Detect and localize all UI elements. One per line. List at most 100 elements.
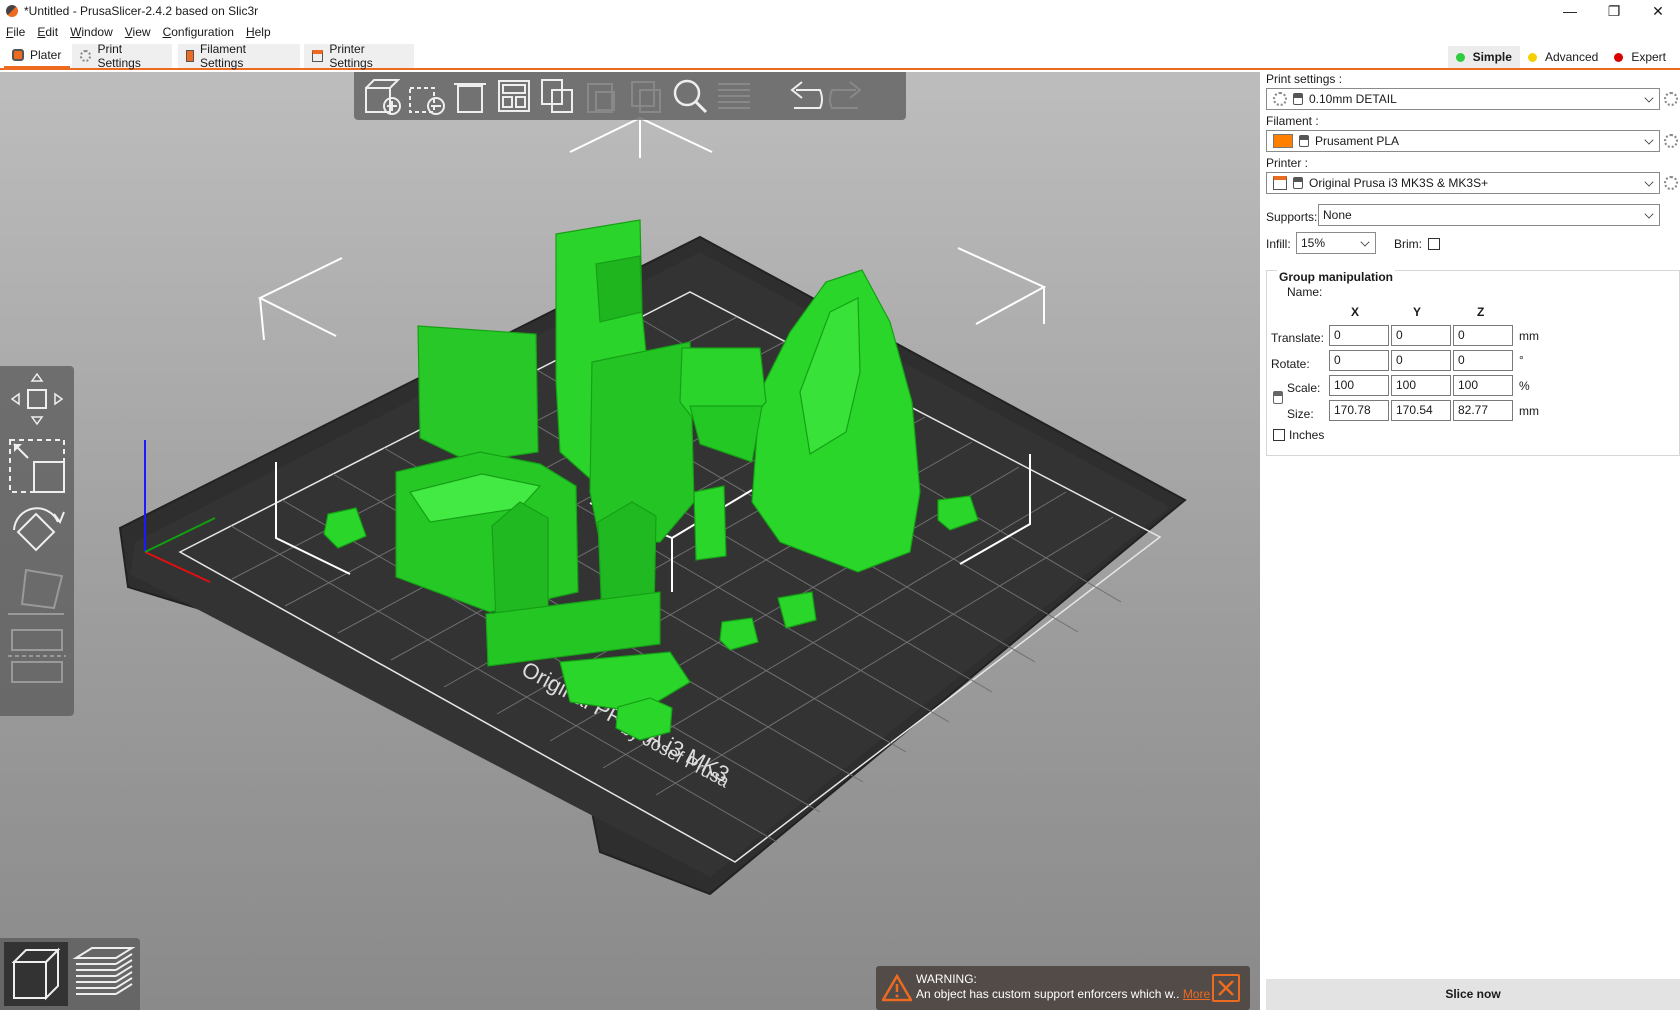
- translate-x-input[interactable]: 0: [1329, 325, 1389, 346]
- place-on-face-icon: [8, 568, 64, 615]
- scale-label: Scale:: [1287, 381, 1321, 395]
- filament-label: Filament :: [1266, 114, 1319, 128]
- delete-all-button[interactable]: [448, 74, 492, 118]
- search-button[interactable]: [668, 74, 712, 118]
- close-icon: [1218, 980, 1234, 996]
- brim-checkbox[interactable]: [1428, 238, 1440, 250]
- gear-icon: [1273, 92, 1287, 106]
- warning-more-link[interactable]: More: [1183, 987, 1210, 1001]
- print-settings-label: Print settings :: [1266, 72, 1343, 86]
- translate-unit: mm: [1519, 329, 1539, 343]
- filament-edit-gear-icon[interactable]: [1664, 134, 1678, 148]
- menu-help[interactable]: Help: [246, 25, 271, 39]
- printer-edit-gear-icon[interactable]: [1664, 176, 1678, 190]
- tab-filament-settings[interactable]: Filament Settings: [178, 42, 300, 70]
- size-unit: mm: [1519, 404, 1539, 418]
- tab-plater[interactable]: Plater: [4, 44, 70, 68]
- translate-label: Translate:: [1271, 331, 1324, 345]
- 3d-scene-viewport[interactable]: Original PRUSA i3 MK3 by Josef Prusa: [0, 72, 1260, 1010]
- supports-combo[interactable]: None: [1318, 204, 1660, 226]
- mode-advanced[interactable]: Advanced: [1520, 46, 1606, 68]
- rotate-x-input[interactable]: 0: [1329, 350, 1389, 371]
- rotate-label: Rotate:: [1271, 357, 1310, 371]
- delete-object-button[interactable]: [404, 74, 448, 118]
- undo-button[interactable]: [782, 74, 826, 118]
- size-z-input[interactable]: 82.77: [1453, 400, 1513, 421]
- view-toggle-icons: [4, 942, 136, 1006]
- warning-title: WARNING:: [916, 972, 977, 986]
- redo-button[interactable]: [826, 74, 870, 118]
- filament-combo[interactable]: Prusament PLA: [1266, 130, 1660, 152]
- plater-icon: [12, 49, 24, 61]
- axis-y-label: Y: [1413, 305, 1422, 319]
- close-window-button[interactable]: ✕: [1636, 0, 1680, 22]
- menu-bar: File Edit Window View Configuration Help: [0, 22, 1680, 42]
- tab-printer-settings[interactable]: Printer Settings: [304, 42, 414, 70]
- filament-color-swatch: [1273, 134, 1293, 148]
- size-x-input[interactable]: 170.78: [1329, 400, 1389, 421]
- translate-z-input[interactable]: 0: [1453, 325, 1513, 346]
- warning-message: An object has custom support enforcers w…: [916, 987, 1180, 1001]
- chevron-down-icon: [1360, 237, 1370, 247]
- infill-combo[interactable]: 15%: [1296, 232, 1376, 254]
- menu-view[interactable]: View: [125, 25, 151, 39]
- scale-unit: %: [1519, 379, 1530, 393]
- brim-label: Brim:: [1394, 237, 1422, 251]
- remove-icon: [409, 87, 445, 115]
- mode-expert[interactable]: Expert: [1606, 46, 1674, 68]
- menu-window[interactable]: Window: [70, 25, 113, 39]
- model-panel: [417, 325, 539, 463]
- scale-y-input[interactable]: 100: [1391, 375, 1451, 396]
- add-instance-button[interactable]: [624, 74, 668, 118]
- scale-tool-button[interactable]: [6, 436, 68, 496]
- inches-checkbox[interactable]: [1273, 429, 1285, 441]
- inches-label: Inches: [1289, 428, 1325, 442]
- rotate-tool-button[interactable]: [6, 500, 68, 560]
- main-tab-bar: Plater Print Settings Filament Settings …: [0, 42, 1680, 70]
- view-toggle-panel: [0, 938, 140, 1010]
- warning-notification: WARNING: An object has custom support en…: [876, 966, 1250, 1010]
- rotate-y-input[interactable]: 0: [1391, 350, 1451, 371]
- tab-print-settings[interactable]: Print Settings: [72, 42, 172, 70]
- gear-icon: [80, 50, 92, 62]
- size-y-input[interactable]: 170.54: [1391, 400, 1451, 421]
- menu-file[interactable]: File: [6, 25, 25, 39]
- infill-label: Infill:: [1266, 237, 1291, 251]
- search-icon: [673, 79, 708, 114]
- uniform-scale-lock-icon[interactable]: [1273, 391, 1283, 404]
- name-label: Name:: [1287, 285, 1323, 299]
- mode-simple[interactable]: Simple: [1447, 46, 1520, 68]
- printer-combo[interactable]: Original Prusa i3 MK3S & MK3S+: [1266, 172, 1660, 194]
- menu-configuration[interactable]: Configuration: [163, 25, 234, 39]
- supports-label: Supports:: [1266, 210, 1318, 224]
- menu-edit[interactable]: Edit: [37, 25, 58, 39]
- copy-button[interactable]: [536, 74, 580, 118]
- scale-x-input[interactable]: 100: [1329, 375, 1389, 396]
- settings-sidebar: Print settings : 0.10mm DETAIL Filament …: [1262, 72, 1680, 1010]
- lock-icon: [1299, 135, 1309, 147]
- arrange-button[interactable]: [492, 74, 536, 118]
- scale-icon: [9, 439, 65, 493]
- rotate-z-input[interactable]: 0: [1453, 350, 1513, 371]
- warning-close-button[interactable]: [1212, 974, 1240, 1002]
- paste-button[interactable]: [580, 74, 624, 118]
- cut-tool-button[interactable]: [6, 626, 68, 686]
- add-object-button[interactable]: [360, 74, 404, 118]
- minimize-button[interactable]: —: [1548, 0, 1592, 22]
- move-tool-button[interactable]: [6, 368, 68, 428]
- axis-x-label: X: [1351, 305, 1360, 319]
- scale-z-input[interactable]: 100: [1453, 375, 1513, 396]
- translate-y-input[interactable]: 0: [1391, 325, 1451, 346]
- model-tower-side: [595, 255, 643, 323]
- slice-now-button[interactable]: Slice now: [1266, 979, 1680, 1010]
- layers-icon: [718, 83, 750, 109]
- chevron-down-icon: [1644, 209, 1654, 219]
- printer-icon: [312, 50, 324, 62]
- maximize-button[interactable]: ❐: [1592, 0, 1636, 22]
- print-settings-combo[interactable]: 0.10mm DETAIL: [1266, 88, 1660, 110]
- place-on-face-button[interactable]: [6, 564, 68, 624]
- layers-editing-button[interactable]: [712, 74, 756, 118]
- print-settings-edit-gear-icon[interactable]: [1664, 92, 1678, 106]
- trash-icon: [454, 83, 486, 113]
- 3d-scene-canvas: Original PRUSA i3 MK3 by Josef Prusa: [118, 116, 1187, 896]
